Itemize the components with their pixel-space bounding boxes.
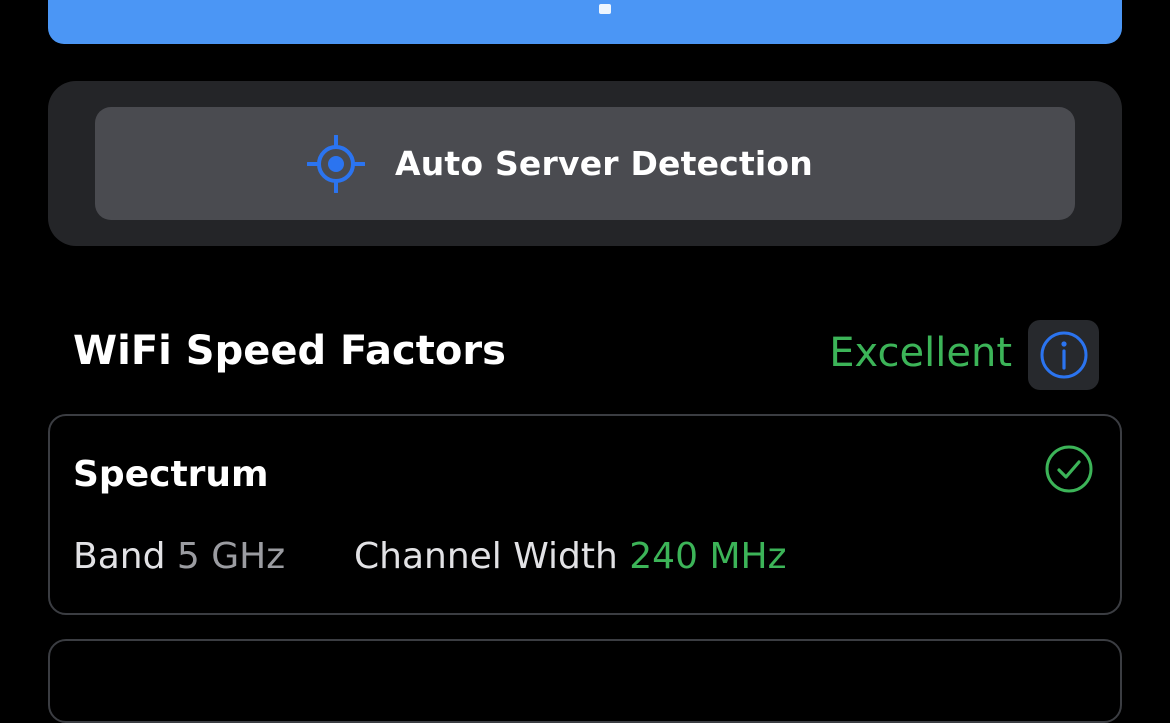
info-button[interactable] bbox=[1028, 320, 1099, 390]
channel-width-label: Channel Width bbox=[354, 536, 630, 577]
check-circle-icon bbox=[1045, 445, 1093, 493]
primary-action-button[interactable] bbox=[48, 0, 1122, 44]
band-label: Band bbox=[73, 536, 177, 577]
auto-server-detection-label: Auto Server Detection bbox=[395, 144, 813, 183]
spectrum-card[interactable]: Spectrum Band 5 GHz Channel Width 240 MH… bbox=[48, 414, 1122, 615]
spectrum-details: Band 5 GHz Channel Width 240 MHz bbox=[73, 536, 786, 577]
crosshair-icon bbox=[307, 134, 365, 193]
server-detection-card: Auto Server Detection bbox=[48, 81, 1122, 246]
button-text-fragment bbox=[599, 4, 611, 14]
speed-rating: Excellent bbox=[829, 330, 1012, 376]
next-factor-card[interactable] bbox=[48, 639, 1122, 723]
channel-width-value: 240 MHz bbox=[629, 536, 787, 577]
info-icon bbox=[1040, 331, 1087, 379]
band-value: 5 GHz bbox=[176, 536, 286, 577]
spectrum-title: Spectrum bbox=[73, 454, 269, 495]
section-title: WiFi Speed Factors bbox=[73, 328, 506, 374]
auto-server-detection-button[interactable]: Auto Server Detection bbox=[95, 107, 1075, 220]
speed-factors-header: WiFi Speed Factors Excellent bbox=[73, 320, 1099, 390]
